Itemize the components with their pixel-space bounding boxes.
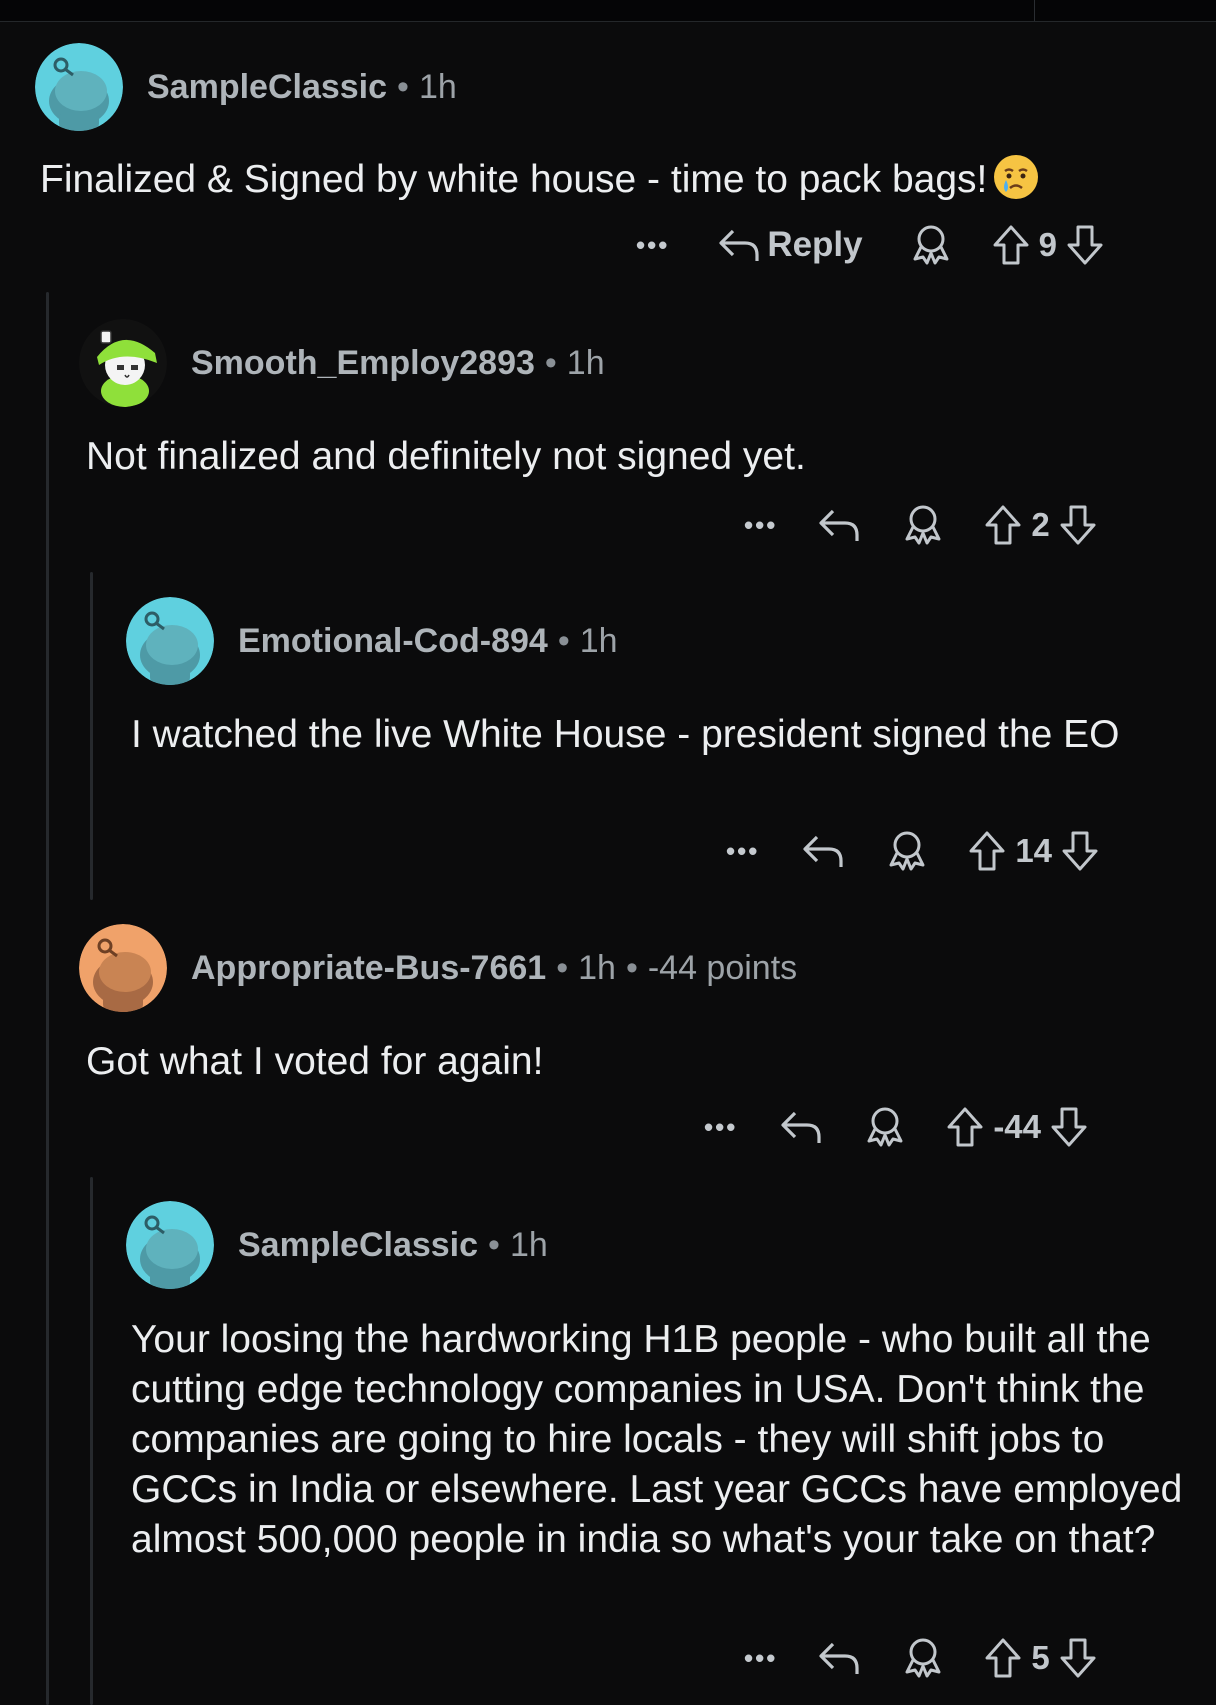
thread-line-level-2b[interactable] [90, 1177, 93, 1705]
thread-line-level-1[interactable] [46, 292, 49, 1705]
upvote-button[interactable] [945, 1105, 985, 1149]
timestamp: 1h [509, 1225, 548, 1264]
downvote-icon [1067, 225, 1103, 265]
upvote-button[interactable] [983, 503, 1023, 547]
reply-label: Reply [767, 225, 863, 264]
more-options-button[interactable]: ••• [704, 1112, 737, 1143]
award-icon [905, 505, 941, 545]
comment-header: Appropriate-Bus-7661 • 1h • -44 points [79, 924, 797, 1012]
award-button[interactable] [903, 503, 943, 547]
downvote-icon [1060, 505, 1096, 545]
snoo-avatar-icon[interactable] [35, 43, 123, 131]
comment-actions: ••• Reply 9 [636, 217, 1105, 273]
comment-meta: SampleClassic • 1h [238, 1225, 548, 1264]
downvote-button[interactable] [1058, 1636, 1098, 1680]
comment-meta: SampleClassic • 1h [147, 67, 457, 106]
award-icon [889, 831, 925, 871]
reply-button[interactable] [801, 831, 845, 871]
award-button[interactable] [865, 1105, 905, 1149]
reply-button[interactable] [817, 505, 861, 545]
vote-score: 2 [1031, 506, 1050, 543]
comment-actions: ••• 2 [744, 497, 1098, 553]
upvote-icon [985, 1638, 1021, 1678]
downvote-button[interactable] [1060, 829, 1100, 873]
comment-meta: Appropriate-Bus-7661 • 1h • -44 points [191, 948, 798, 987]
award-button[interactable] [911, 223, 951, 267]
comment-header: Smooth_Employ2893 • 1h [79, 319, 605, 407]
downvote-button[interactable] [1049, 1105, 1089, 1149]
award-icon [905, 1638, 941, 1678]
comment-text: Finalized & Signed by white house - time… [40, 158, 988, 201]
award-icon [913, 225, 949, 265]
award-button[interactable] [887, 829, 927, 873]
upvote-button[interactable] [983, 1636, 1023, 1680]
reply-button[interactable]: Reply [717, 225, 863, 265]
more-options-button[interactable]: ••• [636, 230, 669, 261]
more-options-button[interactable]: ••• [744, 510, 777, 541]
username[interactable]: Appropriate-Bus-7661 [191, 949, 546, 987]
comment-body: Got what I voted for again! [86, 1040, 544, 1083]
timestamp: 1h [578, 948, 616, 987]
more-options-button[interactable]: ••• [726, 836, 759, 867]
vote-score: 9 [1038, 226, 1057, 263]
downvote-icon [1062, 831, 1098, 871]
comment-body: Your loosing the hardworking H1B people … [131, 1318, 1183, 1561]
username[interactable]: SampleClassic [238, 1226, 478, 1264]
comment-meta: Emotional-Cod-894 • 1h [238, 621, 618, 660]
upvote-icon [985, 505, 1021, 545]
reply-arrow-icon [803, 835, 843, 867]
vote-score: -44 [993, 1108, 1042, 1145]
upvote-icon [993, 225, 1029, 265]
downvote-icon [1060, 1638, 1096, 1678]
reply-arrow-icon [781, 1111, 821, 1143]
downvote-button[interactable] [1058, 503, 1098, 547]
crying-face-icon [993, 154, 1039, 213]
downvote-button[interactable] [1065, 223, 1105, 267]
vote-score: 14 [1015, 832, 1053, 869]
top-bar [0, 0, 1216, 22]
username[interactable]: SampleClassic [147, 68, 387, 106]
upvote-button[interactable] [967, 829, 1007, 873]
snoo-avatar-icon[interactable] [79, 924, 167, 1012]
more-options-button[interactable]: ••• [744, 1643, 777, 1674]
comment-actions: ••• 14 [726, 823, 1100, 879]
snoo-avatar-icon[interactable] [126, 1201, 214, 1289]
comment-header: Emotional-Cod-894 • 1h [126, 597, 618, 685]
thread-line-level-2a[interactable] [90, 572, 93, 900]
snoo-avatar-icon[interactable] [126, 597, 214, 685]
comment-body: Finalized & Signed by white house - time… [40, 154, 1180, 213]
vote-score: 5 [1031, 1639, 1050, 1676]
timestamp: 1h [418, 67, 457, 106]
upvote-icon [969, 831, 1005, 871]
timestamp: 1h [579, 621, 618, 660]
award-button[interactable] [903, 1636, 943, 1680]
points: -44 points [647, 948, 798, 987]
comment-body: I watched the live White House - preside… [131, 713, 1120, 756]
award-icon [867, 1107, 903, 1147]
comment-actions: ••• 5 [744, 1630, 1098, 1686]
comment-header: SampleClassic • 1h [126, 1201, 548, 1289]
timestamp: 1h [566, 343, 605, 382]
top-bar-divider [1034, 0, 1035, 21]
reply-button[interactable] [779, 1107, 823, 1147]
username[interactable]: Smooth_Employ2893 [191, 344, 535, 382]
comment-actions: ••• -44 [704, 1099, 1089, 1155]
username[interactable]: Emotional-Cod-894 [238, 622, 548, 660]
reply-arrow-icon [819, 1642, 859, 1674]
upvote-icon [947, 1107, 983, 1147]
comment-body: Not finalized and definitely not signed … [86, 435, 806, 478]
comment-meta: Smooth_Employ2893 • 1h [191, 343, 605, 382]
downvote-icon [1051, 1107, 1087, 1147]
comment-header: SampleClassic • 1h [35, 43, 457, 131]
reply-arrow-icon [819, 509, 859, 541]
reply-arrow-icon [719, 229, 759, 261]
upvote-button[interactable] [991, 223, 1031, 267]
reply-button[interactable] [817, 1638, 861, 1678]
custom-snoo-avatar-icon[interactable] [79, 319, 167, 407]
